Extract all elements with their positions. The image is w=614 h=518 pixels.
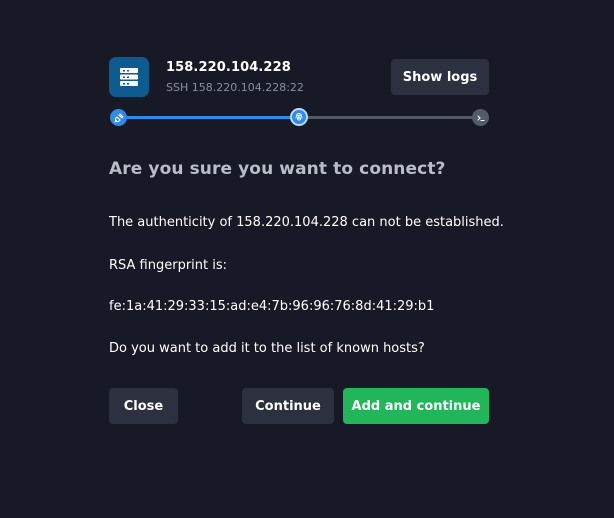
fingerprint-label: RSA fingerprint is: (109, 258, 228, 273)
plug-icon (110, 109, 127, 126)
progress-track-complete (118, 116, 299, 119)
host-title: 158.220.104.228 (166, 60, 291, 75)
server-icon (109, 57, 149, 97)
add-and-continue-button[interactable]: Add and continue (343, 388, 489, 424)
fingerprint-icon (290, 108, 308, 126)
continue-button[interactable]: Continue (242, 388, 334, 424)
known-hosts-prompt: Do you want to add it to the list of kno… (109, 341, 425, 356)
close-button[interactable]: Close (109, 388, 178, 424)
show-logs-button[interactable]: Show logs (391, 59, 489, 95)
dialog-question: Are you sure you want to connect? (109, 159, 446, 179)
host-subtitle: SSH 158.220.104.228:22 (166, 81, 304, 94)
progress-track-remaining (299, 116, 480, 119)
fingerprint-value: fe:1a:41:29:33:15:ad:e4:7b:96:96:76:8d:4… (109, 299, 435, 314)
terminal-icon (472, 109, 489, 126)
authenticity-text: The authenticity of 158.220.104.228 can … (109, 215, 504, 230)
